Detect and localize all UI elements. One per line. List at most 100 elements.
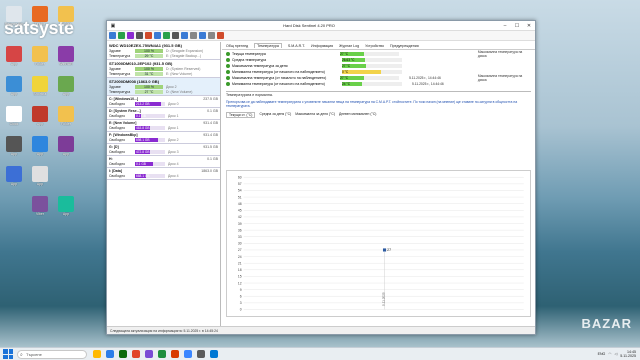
toolbar-button[interactable]	[163, 32, 170, 39]
desktop-icon-label: Folder	[61, 22, 71, 26]
temperature-table: Текуща температура 27 °C Максимална темпер…	[222, 50, 535, 88]
desktop-icon[interactable]: App	[54, 76, 78, 96]
toolbar-button[interactable]	[190, 32, 197, 39]
tab-общ-преглед[interactable]: Общ преглед	[226, 44, 248, 48]
y-tick-label: 54	[238, 189, 242, 193]
desktop-icon[interactable]: WinRAR	[54, 46, 78, 66]
chart-subtab[interactable]: Максимална за деня (°C)	[295, 112, 335, 118]
clock-date: 5.11.2025	[620, 354, 636, 358]
desktop-icon[interactable]: App	[54, 136, 78, 156]
toolbar-button[interactable]	[109, 32, 116, 39]
disk-entry[interactable]: ST2000DM008 (1863.0 GB) Здраве 100 % Диск 2…	[107, 78, 220, 96]
language-indicator[interactable]: ENG	[598, 352, 606, 356]
toolbar-button[interactable]	[136, 32, 143, 39]
tab-информация[interactable]: Информация	[311, 44, 333, 48]
desktop-icon[interactable]: Firefox	[28, 6, 52, 26]
desktop-icon[interactable]: Recycle Bin	[2, 6, 26, 26]
taskbar: ⌕ Търсене ENG ◠ ◁ 14:45 5.11.2025	[0, 347, 640, 360]
clock[interactable]: 14:45 5.11.2025	[620, 350, 636, 358]
network-icon[interactable]: ◠	[608, 352, 611, 356]
disk-note: E: (Seagate Backup...)	[166, 53, 202, 58]
tab-s-m-a-r-t-[interactable]: S.M.A.R.T.	[288, 44, 305, 48]
taskbar-app-icon[interactable]	[210, 350, 218, 358]
taskbar-app-icon[interactable]	[184, 350, 192, 358]
desktop-icon[interactable]: Folder	[54, 6, 78, 26]
taskbar-app-icon[interactable]	[132, 350, 140, 358]
y-tick-label: 6	[240, 294, 242, 298]
toolbar-button[interactable]	[181, 32, 188, 39]
toolbar-button[interactable]	[217, 32, 224, 39]
y-tick-label: 42	[238, 215, 242, 219]
partition-entry[interactable]: H: 0.1 GB Свободно 0.1 GB Диск 4	[107, 156, 220, 168]
tab-устройство[interactable]: Устройство	[365, 44, 384, 48]
app-icon	[32, 6, 48, 22]
desktop-icon[interactable]: App	[28, 136, 52, 156]
partition-size: 1863.0 GB	[201, 169, 218, 173]
volume-icon[interactable]: ◁	[615, 352, 618, 356]
taskbar-app-icon[interactable]	[197, 350, 205, 358]
start-icon[interactable]	[3, 349, 13, 359]
free-bar: 0.1 GB	[135, 113, 165, 118]
partition-entry[interactable]: G: [D] 931.5 GB Свободно 472.8 GB Диск 3	[107, 144, 220, 156]
desktop-icon-label: App	[10, 152, 18, 156]
toolbar-button[interactable]	[172, 32, 179, 39]
partition-disk: Диск 3	[168, 149, 179, 154]
desktop-icon[interactable]: App	[2, 46, 26, 66]
minimize-icon[interactable]: –	[499, 23, 511, 29]
desktop-icon-label: App	[62, 212, 70, 216]
toolbar-button[interactable]	[118, 32, 125, 39]
taskbar-app-icon[interactable]	[171, 350, 179, 358]
partition-entry[interactable]: D: [System Rese...] 0.1 GB Свободно 0.1 GB Д…	[107, 108, 220, 120]
y-tick-label: 33	[238, 235, 242, 239]
partition-entry[interactable]: F: [WindowsBkp] 931.4 GB Свободно 698.1 GB Д…	[107, 132, 220, 144]
desktop-icon[interactable]: Viber	[28, 196, 52, 216]
search-placeholder: Търсене	[26, 351, 42, 357]
toolbar-button[interactable]	[154, 32, 161, 39]
free-bar: 213.2 GB	[135, 101, 165, 106]
disk-entry[interactable]: ST1000DM010-2EP102 (931.5 GB) Здраве 100 %…	[107, 60, 220, 78]
partition-name: G: [D]	[109, 145, 119, 149]
desktop-icon[interactable]: App	[2, 166, 26, 186]
desktop-icon[interactable]: App	[2, 136, 26, 156]
taskbar-app-icon[interactable]	[93, 350, 101, 358]
toolbar-button[interactable]	[127, 32, 134, 39]
free-label: Свободно	[109, 125, 126, 130]
toolbar-button[interactable]	[208, 32, 215, 39]
maximize-icon[interactable]: ☐	[511, 23, 523, 29]
free-label: Свободно	[109, 101, 126, 106]
y-tick-label: 60	[238, 175, 242, 179]
partition-entry[interactable]: E: [New Volume] 931.4 GB Свободно 463.8 GB Д…	[107, 120, 220, 132]
tab-предупреждения[interactable]: Предупреждения	[390, 44, 419, 48]
desktop-icon[interactable]: Folder	[28, 46, 52, 66]
temperature-timestamp: 5.11.2025 г., 14:44:46	[412, 82, 444, 86]
partition-entry[interactable]: I: [Data] 1863.0 GB Свободно 668.1 GB Диск 4	[107, 168, 220, 180]
partition-size: 237.5 GB	[203, 97, 218, 101]
toolbar-button[interactable]	[199, 32, 206, 39]
desktop-icon[interactable]: App	[2, 76, 26, 96]
taskbar-app-icon[interactable]	[119, 350, 127, 358]
toolbar-button[interactable]	[145, 32, 152, 39]
desktop-icon[interactable]: Clock	[2, 106, 26, 126]
partition-entry[interactable]: C: [Windows10...] 237.5 GB Свободно 213.2 G…	[107, 96, 220, 108]
disk-entry[interactable]: WDC WD10EZEX-75WN4A1 (931.5 GB) Здраве 100…	[107, 42, 220, 60]
tab-журнал-log[interactable]: Журнал Log	[339, 44, 359, 48]
close-icon[interactable]: ✕	[523, 23, 535, 29]
taskbar-search[interactable]: ⌕ Търсене	[17, 349, 87, 359]
desktop-icon[interactable]: App	[28, 166, 52, 186]
desktop-icon[interactable]: App	[28, 106, 52, 126]
desktop-icon[interactable]: Shortcut	[28, 76, 52, 96]
tab-температура[interactable]: Температура	[254, 43, 282, 48]
desktop-icon[interactable]: App	[54, 196, 78, 216]
temperature-value: 0 °C	[342, 69, 349, 74]
taskbar-app-icon[interactable]	[106, 350, 114, 358]
data-label: 27	[387, 248, 391, 252]
tab-strip: Общ преглед Температура S.M.A.R.T. Информац…	[222, 42, 535, 50]
chart-subtab[interactable]: Средна за деня (°C)	[259, 112, 291, 118]
chart-subtab[interactable]: Текущи ст. (°C)	[226, 112, 256, 118]
taskbar-app-icon[interactable]	[158, 350, 166, 358]
desktop-icon[interactable]: Folder	[54, 106, 78, 126]
temp-row: Температура 31 °C E: (New Volume)	[109, 71, 218, 76]
y-tick-label: 27	[238, 248, 242, 252]
taskbar-app-icon[interactable]	[145, 350, 153, 358]
chart-subtab[interactable]: Дневен минимален (°C)	[339, 112, 376, 118]
